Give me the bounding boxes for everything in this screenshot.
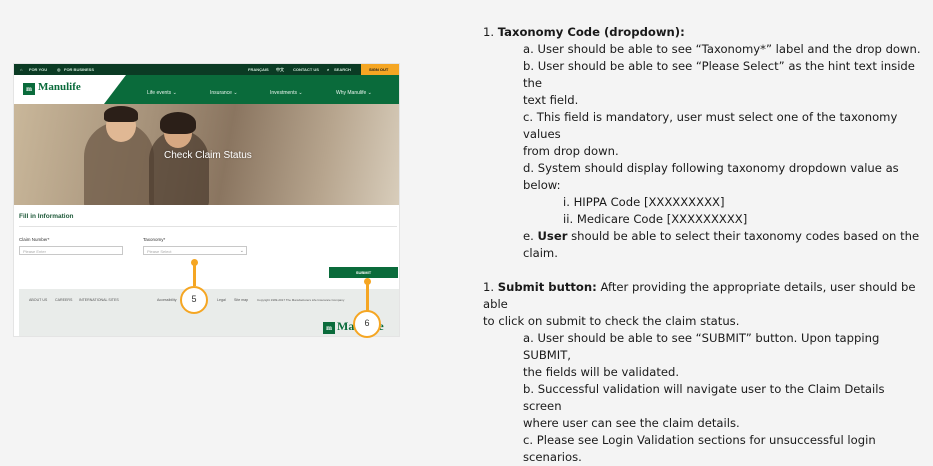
taxonomy-item-e-1: e. User should be able to select their t… xyxy=(483,228,925,245)
submit-item-b-2: where user can see the claim details. xyxy=(523,416,740,430)
manulife-logo-text[interactable]: Manulife xyxy=(38,81,81,93)
for-you-link[interactable]: FOR YOU xyxy=(29,67,47,72)
hero-title: Check Claim Status xyxy=(164,150,252,161)
footer-link-about[interactable]: ABOUT US xyxy=(29,298,47,302)
taxonomy-placeholder: Please Select xyxy=(147,249,172,254)
manulife-logo-icon[interactable]: m xyxy=(23,83,35,95)
for-business-link[interactable]: FOR BUSINESS xyxy=(64,67,94,72)
taxonomy-item-a: a. User should be able to see “Taxonomy*… xyxy=(523,42,921,56)
taxonomy-item-e-prefix: e. xyxy=(523,229,534,243)
francais-link[interactable]: FRANÇAIS xyxy=(248,67,269,72)
footer-link-legal[interactable]: Legal xyxy=(217,298,226,302)
footer-logo-icon: m xyxy=(323,322,335,334)
taxonomy-item-e-user: User xyxy=(537,229,568,243)
contact-us-link[interactable]: CONTACT US xyxy=(293,67,319,72)
taxonomy-item-d-2: below: xyxy=(523,178,561,192)
nav-insurance[interactable]: Insurance ⌄ xyxy=(210,90,238,96)
submit-button[interactable]: SUBMIT xyxy=(329,267,398,278)
submit-heading: 1. Submit button: After providing the ap… xyxy=(483,279,925,313)
callout-5-line xyxy=(193,262,196,286)
nav-why-manulife[interactable]: Why Manulife ⌄ xyxy=(336,90,372,96)
taxonomy-item-c-2: from drop down. xyxy=(523,144,619,158)
submit-item-c: c. Please see Login Validation sections … xyxy=(523,433,876,464)
section-title: Fill in Information xyxy=(19,213,74,220)
submit-intro-2: to click on submit to check the claim st… xyxy=(483,314,740,328)
footer-link-accessibility[interactable]: Accessibility xyxy=(157,298,177,302)
footer-link-sitemap[interactable]: Site map xyxy=(234,298,248,302)
footer-link-international[interactable]: INTERNATIONAL SITES xyxy=(79,298,119,302)
top-utility-bar: ⌂ FOR YOU ◎ FOR BUSINESS FRANÇAIS 中文 CON… xyxy=(14,64,399,75)
footer-copyright: Copyright 1999-2017 The Manufacturers Li… xyxy=(257,298,345,302)
requirements-text: 1. Taxonomy Code (dropdown): a. User sho… xyxy=(483,24,925,466)
taxonomy-item-d-i: i. HIPPA Code [XXXXXXXXX] xyxy=(563,195,725,209)
submit-number: 1. xyxy=(483,280,495,294)
taxonomy-dropdown[interactable]: Please Select ⌄ xyxy=(143,246,247,255)
chevron-down-icon: ⌄ xyxy=(239,248,244,254)
taxonomy-title: Taxonomy Code (dropdown): xyxy=(497,25,685,39)
submit-title: Submit button: xyxy=(497,280,597,294)
chinese-link[interactable]: 中文 xyxy=(276,67,284,73)
globe-icon: ◎ xyxy=(57,67,61,72)
submit-item-a-2: the fields will be validated. xyxy=(523,365,680,379)
submit-item-b-1: b. Successful validation will navigate u… xyxy=(523,382,885,413)
taxonomy-heading: 1. Taxonomy Code (dropdown): xyxy=(483,24,925,41)
footer-link-careers[interactable]: CAREERS xyxy=(55,298,72,302)
callout-6-line xyxy=(366,281,369,311)
taxonomy-item-e-2: claim. xyxy=(523,246,558,260)
taxonomy-item-e-text: should be able to select their taxonomy … xyxy=(571,229,920,243)
sign-out-label: SIGN OUT xyxy=(369,67,389,72)
section-divider xyxy=(19,226,397,227)
taxonomy-item-d-1: d. System should display following taxon… xyxy=(523,161,899,175)
claim-number-label: Claim Number* xyxy=(19,237,50,242)
taxonomy-item-d-ii: ii. Medicare Code [XXXXXXXXX] xyxy=(563,212,748,226)
claim-number-placeholder: Please Enter xyxy=(23,249,46,254)
taxonomy-item-c-1: c. This field is mandatory, user must se… xyxy=(523,110,898,141)
nav-life-events[interactable]: Life events ⌄ xyxy=(147,90,177,96)
home-icon[interactable]: ⌂ xyxy=(20,67,22,72)
taxonomy-item-b-2: text field. xyxy=(523,93,579,107)
taxonomy-item-b-1: b. User should be able to see “Please Se… xyxy=(523,59,915,90)
submit-item-a-1: a. User should be able to see “SUBMIT” b… xyxy=(523,331,880,362)
sign-out-button[interactable]: SIGN OUT xyxy=(361,64,399,75)
nav-investments[interactable]: Investments ⌄ xyxy=(270,90,303,96)
callout-6: 6 xyxy=(353,310,381,338)
taxonomy-label: Taxonomy* xyxy=(143,237,166,242)
taxonomy-number: 1. xyxy=(483,25,495,39)
search-link[interactable]: SEARCH xyxy=(334,67,351,72)
claim-number-input[interactable]: Please Enter xyxy=(19,246,123,255)
callout-5: 5 xyxy=(180,286,208,314)
search-icon[interactable]: ⌕ xyxy=(327,67,329,72)
